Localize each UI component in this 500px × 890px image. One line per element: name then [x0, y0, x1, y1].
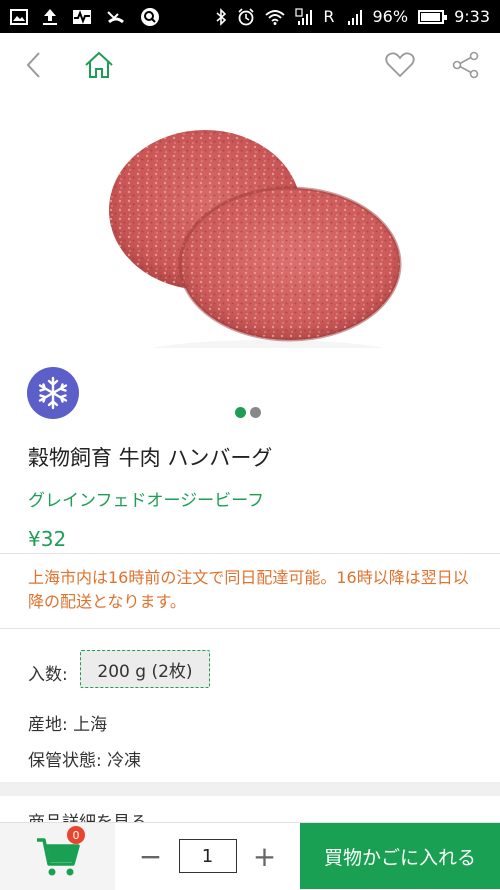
section-separator — [0, 782, 500, 796]
divider — [0, 553, 500, 554]
divider — [0, 628, 500, 629]
home-button[interactable] — [79, 45, 119, 85]
bluetooth-icon — [215, 7, 227, 26]
product-subtitle: グレインフェドオージービーフ — [28, 491, 265, 511]
quantity-stepper: − 1 + — [115, 823, 300, 889]
home-icon — [85, 51, 113, 78]
clock: 9:33 — [454, 7, 490, 26]
origin-text: 産地: 上海 — [28, 715, 108, 735]
frozen-badge — [27, 367, 79, 419]
quantity-label: 入数: — [28, 665, 68, 685]
storage-text: 保管状態: 冷凍 — [28, 751, 142, 771]
image-carousel-dots — [235, 407, 261, 418]
image-icon — [10, 8, 28, 25]
chevron-left-icon — [26, 52, 40, 78]
delivery-notice: 上海市内は16時前の注文で同日配達可能。16時以降は翌日以降の配送となります。 — [28, 568, 469, 611]
status-bar: R 96% 9:33 — [0, 0, 500, 33]
back-button[interactable] — [14, 45, 54, 85]
activity-icon — [72, 9, 92, 25]
carousel-dot-1[interactable] — [235, 407, 246, 418]
decrease-button[interactable]: − — [137, 840, 165, 873]
signal-2-icon — [345, 8, 363, 26]
increase-button[interactable]: + — [251, 840, 279, 873]
heart-icon — [385, 52, 415, 78]
share-icon — [452, 51, 479, 79]
quantity-input[interactable]: 1 — [178, 839, 237, 873]
product-price: ¥32 — [28, 527, 67, 551]
signal-1-icon — [295, 7, 313, 26]
upload-icon — [42, 8, 58, 26]
battery-fill — [421, 12, 441, 21]
status-right: R 96% 9:33 — [215, 7, 490, 26]
wifi-icon — [265, 9, 285, 25]
snowflake-icon — [38, 376, 68, 410]
product-title: 穀物飼育 牛肉 ハンバーグ — [28, 446, 273, 470]
product-image[interactable] — [100, 118, 410, 376]
cart-button[interactable]: 0 — [0, 823, 115, 890]
search-app-icon — [140, 7, 160, 27]
bottom-action-bar: 0 − 1 + 買物かごに入れる — [0, 822, 500, 890]
network-label: R — [323, 7, 335, 26]
missed-call-icon — [106, 9, 126, 25]
favorite-button[interactable] — [380, 45, 420, 85]
share-button[interactable] — [446, 45, 486, 85]
status-left — [10, 7, 160, 27]
battery-percent: 96% — [372, 7, 409, 26]
carousel-dot-2[interactable] — [250, 407, 261, 418]
alarm-icon — [237, 7, 255, 26]
quantity-option-chip[interactable]: 200 g (2枚) — [80, 650, 210, 688]
top-nav — [0, 33, 500, 97]
cart-count-badge: 0 — [67, 826, 85, 844]
battery-icon — [418, 9, 448, 24]
add-to-cart-button[interactable]: 買物かごに入れる — [300, 823, 500, 889]
